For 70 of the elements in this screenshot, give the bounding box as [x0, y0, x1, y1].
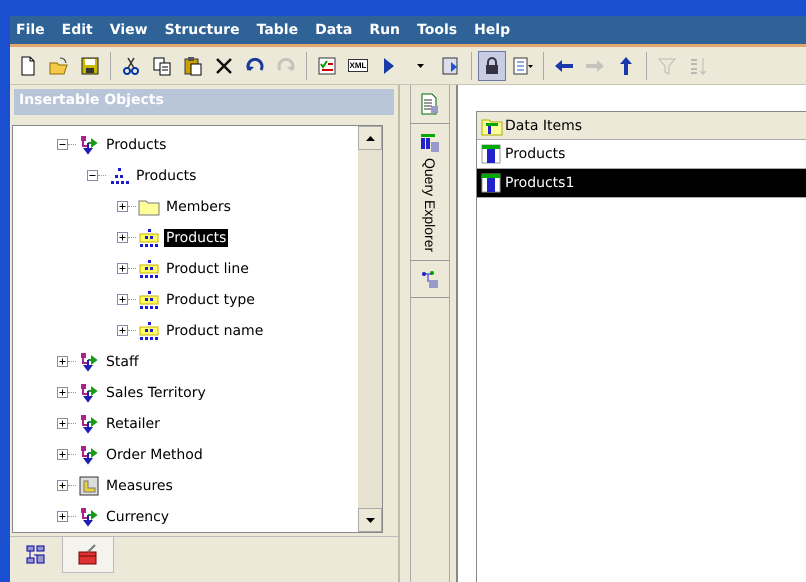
- dimension-icon: [78, 134, 100, 154]
- expand-icon[interactable]: [57, 511, 68, 522]
- menu-item[interactable]: File: [16, 22, 45, 38]
- tree-item[interactable]: Retailer: [104, 414, 162, 432]
- tree-item[interactable]: Order Method: [104, 446, 205, 464]
- menu-item[interactable]: Run: [369, 22, 400, 38]
- tree-item[interactable]: Staff: [104, 352, 141, 370]
- copy-icon: [151, 54, 173, 76]
- menu-item[interactable]: Help: [474, 22, 510, 38]
- open-icon: [48, 54, 70, 76]
- tree-item[interactable]: Products: [164, 228, 228, 246]
- tree-nodes-icon: [26, 545, 46, 565]
- collapse-icon[interactable]: [87, 170, 98, 181]
- caret-icon: [416, 64, 424, 68]
- tree-item[interactable]: Products: [134, 166, 198, 184]
- menu-item[interactable]: Structure: [164, 22, 240, 38]
- lock-button[interactable]: [478, 50, 506, 80]
- expand-icon[interactable]: [57, 387, 68, 398]
- level-icon: [138, 320, 160, 340]
- level-icon: [138, 258, 160, 278]
- measures-icon: [78, 476, 100, 496]
- dimension-icon: [78, 506, 100, 526]
- expand-icon[interactable]: [117, 232, 128, 243]
- validate-icon: [316, 54, 338, 76]
- expand-icon[interactable]: [57, 356, 68, 367]
- menu-item[interactable]: Tools: [417, 22, 458, 38]
- data-item-icon: [481, 173, 501, 193]
- dimension-icon: [78, 414, 100, 434]
- collapse-icon[interactable]: [57, 139, 68, 150]
- tree-item[interactable]: Currency: [104, 508, 172, 526]
- toolbox-icon: [77, 544, 99, 566]
- expand-icon[interactable]: [57, 418, 68, 429]
- tree-item[interactable]: Product line: [164, 260, 251, 278]
- tree-item[interactable]: Measures: [104, 476, 175, 494]
- tree-item[interactable]: Sales Territory: [104, 384, 208, 402]
- save-icon: [79, 54, 101, 76]
- tree-item[interactable]: Products: [104, 136, 168, 154]
- menu-item[interactable]: Data: [315, 22, 352, 38]
- expand-icon[interactable]: [117, 263, 128, 274]
- expand-icon[interactable]: [117, 294, 128, 305]
- level-icon: [138, 228, 160, 248]
- join-icon: [420, 269, 440, 290]
- menu-item[interactable]: Table: [256, 22, 298, 38]
- level-icon: [138, 290, 160, 310]
- dimension-icon: [78, 444, 100, 464]
- query-icon: [420, 132, 440, 154]
- dimension-icon: [78, 382, 100, 402]
- xml-button[interactable]: XML: [344, 50, 372, 80]
- expand-icon[interactable]: [57, 449, 68, 460]
- tree-item[interactable]: Product type: [164, 290, 257, 308]
- page-icon: [420, 93, 440, 115]
- scrollbar[interactable]: [358, 126, 382, 532]
- data-item-icon: [481, 144, 501, 164]
- tree-item[interactable]: Product name: [164, 322, 266, 340]
- hierarchy-icon: [108, 166, 130, 186]
- expand-icon[interactable]: [117, 325, 128, 336]
- scroll-down-icon: [366, 518, 374, 522]
- menu-item[interactable]: View: [110, 22, 148, 38]
- panel-title: Insertable Objects: [14, 89, 394, 115]
- list-header: Data Items: [505, 118, 582, 134]
- expand-icon[interactable]: [117, 201, 128, 212]
- dimension-icon: [78, 352, 100, 372]
- list-row[interactable]: Products1: [477, 169, 806, 198]
- paste-icon: [182, 54, 204, 76]
- scroll-up-icon: [366, 136, 374, 140]
- expand-icon[interactable]: [57, 480, 68, 491]
- panel-tab[interactable]: [62, 537, 114, 573]
- tree-item[interactable]: Members: [164, 198, 233, 216]
- menu-item[interactable]: Edit: [62, 22, 93, 38]
- layout-icon: [512, 54, 534, 76]
